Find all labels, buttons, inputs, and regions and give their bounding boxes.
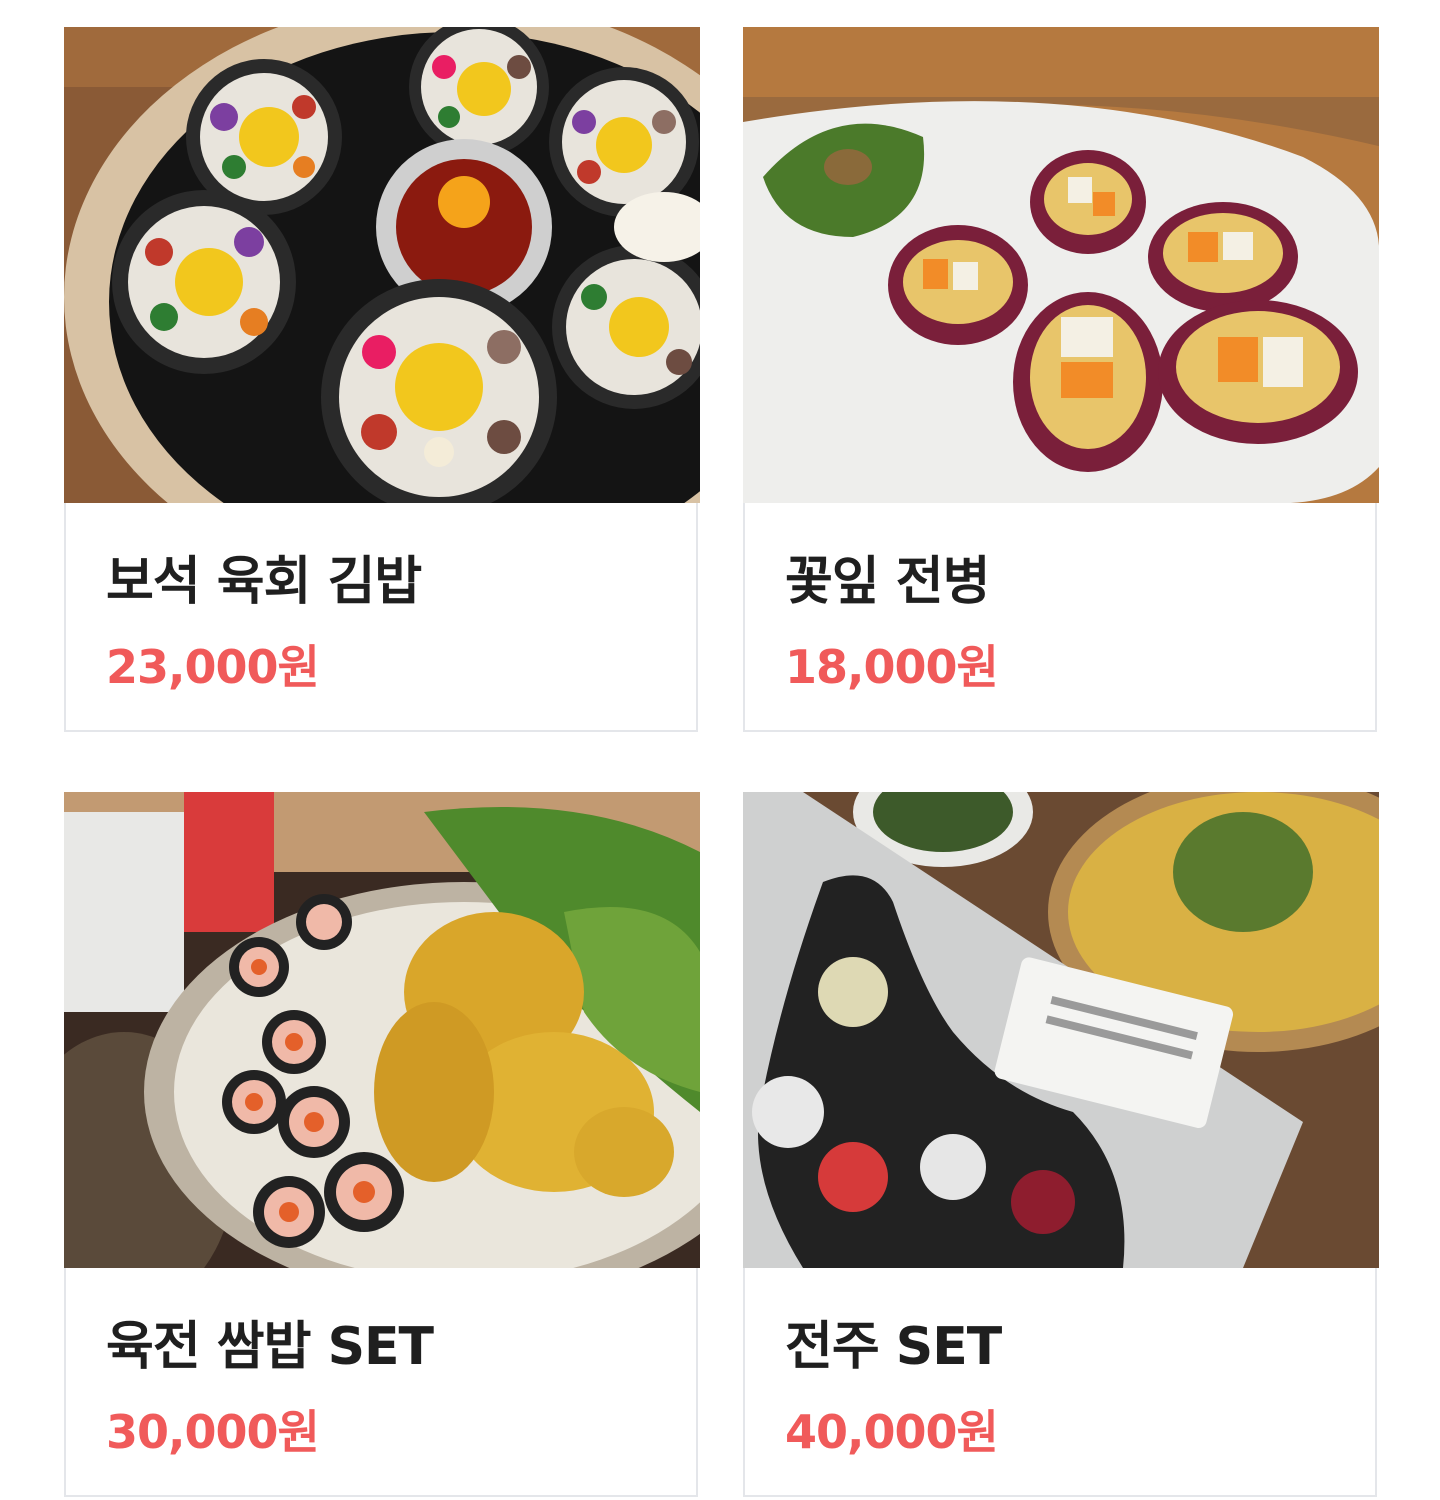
menu-item-price: 23,000원 <box>106 640 320 694</box>
menu-item-name: 보석 육회 김밥 <box>106 552 422 612</box>
jeonju-set-photo <box>743 792 1379 1268</box>
menu-item-price: 30,000원 <box>106 1405 320 1459</box>
menu-item-price: 40,000원 <box>785 1405 999 1459</box>
menu-item-name: 꽃잎 전병 <box>785 552 990 612</box>
petal-jeonbyeong-photo <box>743 27 1379 503</box>
menu-item-name: 육전 쌈밥 SET <box>106 1317 434 1377</box>
jewel-yukhoe-kimbap-photo <box>64 27 700 503</box>
menu-card-jewel-yukhoe-kimbap[interactable]: 보석 육회 김밥 23,000원 <box>64 27 700 732</box>
menu-item-price: 18,000원 <box>785 640 999 694</box>
menu-card-yukjeon-ssambap-set[interactable]: 육전 쌈밥 SET 30,000원 <box>64 792 700 1497</box>
menu-card-petal-jeonbyeong[interactable]: 꽃잎 전병 18,000원 <box>743 27 1379 732</box>
menu-card-jeonju-set[interactable]: 전주 SET 40,000원 <box>743 792 1379 1497</box>
yukjeon-ssambap-set-photo <box>64 792 700 1268</box>
menu-item-name: 전주 SET <box>785 1317 1002 1377</box>
